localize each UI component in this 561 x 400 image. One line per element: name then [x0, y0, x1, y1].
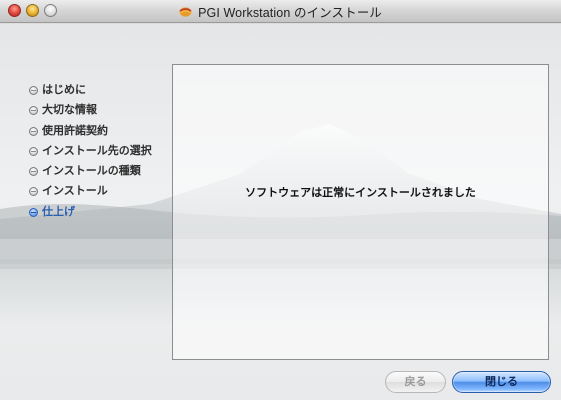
- window-title: PGI Workstation のインストール: [0, 0, 561, 22]
- step-installation-type: インストールの種類: [26, 161, 176, 181]
- step-bullet-icon: [29, 126, 38, 136]
- step-label: 大切な情報: [42, 103, 97, 117]
- step-label: 仕上げ: [42, 204, 75, 218]
- step-summary: 仕上げ: [26, 202, 176, 222]
- step-destination-select: インストール先の選択: [26, 141, 176, 161]
- step-bullet-active-icon: [29, 207, 38, 217]
- step-bullet-icon: [29, 106, 38, 116]
- installer-window: PGI Workstation のインストール はじめに 大切な情報 使用許諾契…: [0, 0, 561, 400]
- step-label: インストール先の選択: [42, 143, 152, 157]
- back-button[interactable]: 戻る: [385, 371, 446, 393]
- success-message: ソフトウェアは正常にインストールされました: [245, 186, 476, 199]
- step-label: 使用許諾契約: [42, 123, 108, 137]
- step-license: 使用許諾契約: [26, 121, 176, 141]
- package-icon: [179, 6, 192, 17]
- step-bullet-icon: [29, 187, 38, 197]
- step-bullet-icon: [29, 86, 38, 95]
- close-button[interactable]: 閉じる: [452, 371, 551, 393]
- step-list: はじめに 大切な情報 使用許諾契約 インストール先の選択 インストールの種類 イ…: [26, 80, 176, 222]
- step-label: インストールの種類: [42, 164, 141, 178]
- content-pane: ソフトウェアは正常にインストールされました: [172, 64, 549, 360]
- step-installation: インストール: [26, 181, 176, 201]
- step-bullet-icon: [29, 167, 38, 177]
- step-label: インストール: [42, 184, 108, 198]
- step-bullet-icon: [29, 146, 38, 156]
- window-title-text: PGI Workstation のインストール: [198, 5, 382, 20]
- step-read-me: 大切な情報: [26, 100, 176, 120]
- step-label: はじめに: [42, 83, 86, 96]
- step-introduction: はじめに: [26, 80, 176, 100]
